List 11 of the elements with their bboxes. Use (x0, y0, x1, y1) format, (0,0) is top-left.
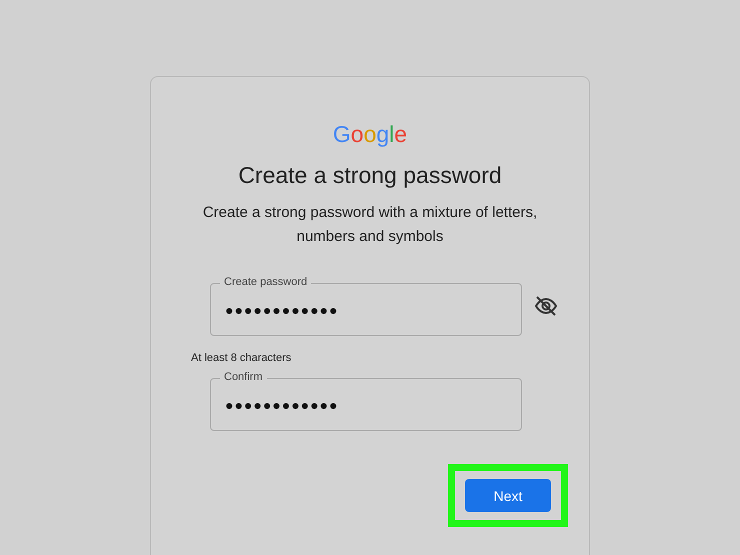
next-button[interactable]: Next (465, 479, 551, 512)
field-label: Create password (220, 275, 312, 289)
page-title: Create a strong password (238, 162, 502, 189)
field-value: ●●●●●●●●●●●● (225, 396, 338, 412)
field-value: ●●●●●●●●●●●● (225, 302, 338, 318)
field-hint: At least 8 characters (191, 352, 292, 364)
password-field[interactable]: Create password ●●●●●●●●●●●● (210, 275, 522, 336)
password-field[interactable]: Confirm ●●●●●●●●●●●● (210, 370, 522, 431)
page-subtitle: Create a strong password with a mixture of letters, numbers and symbols (202, 203, 538, 247)
hide-password-icon[interactable] (534, 296, 558, 316)
logo: Google (332, 121, 408, 148)
